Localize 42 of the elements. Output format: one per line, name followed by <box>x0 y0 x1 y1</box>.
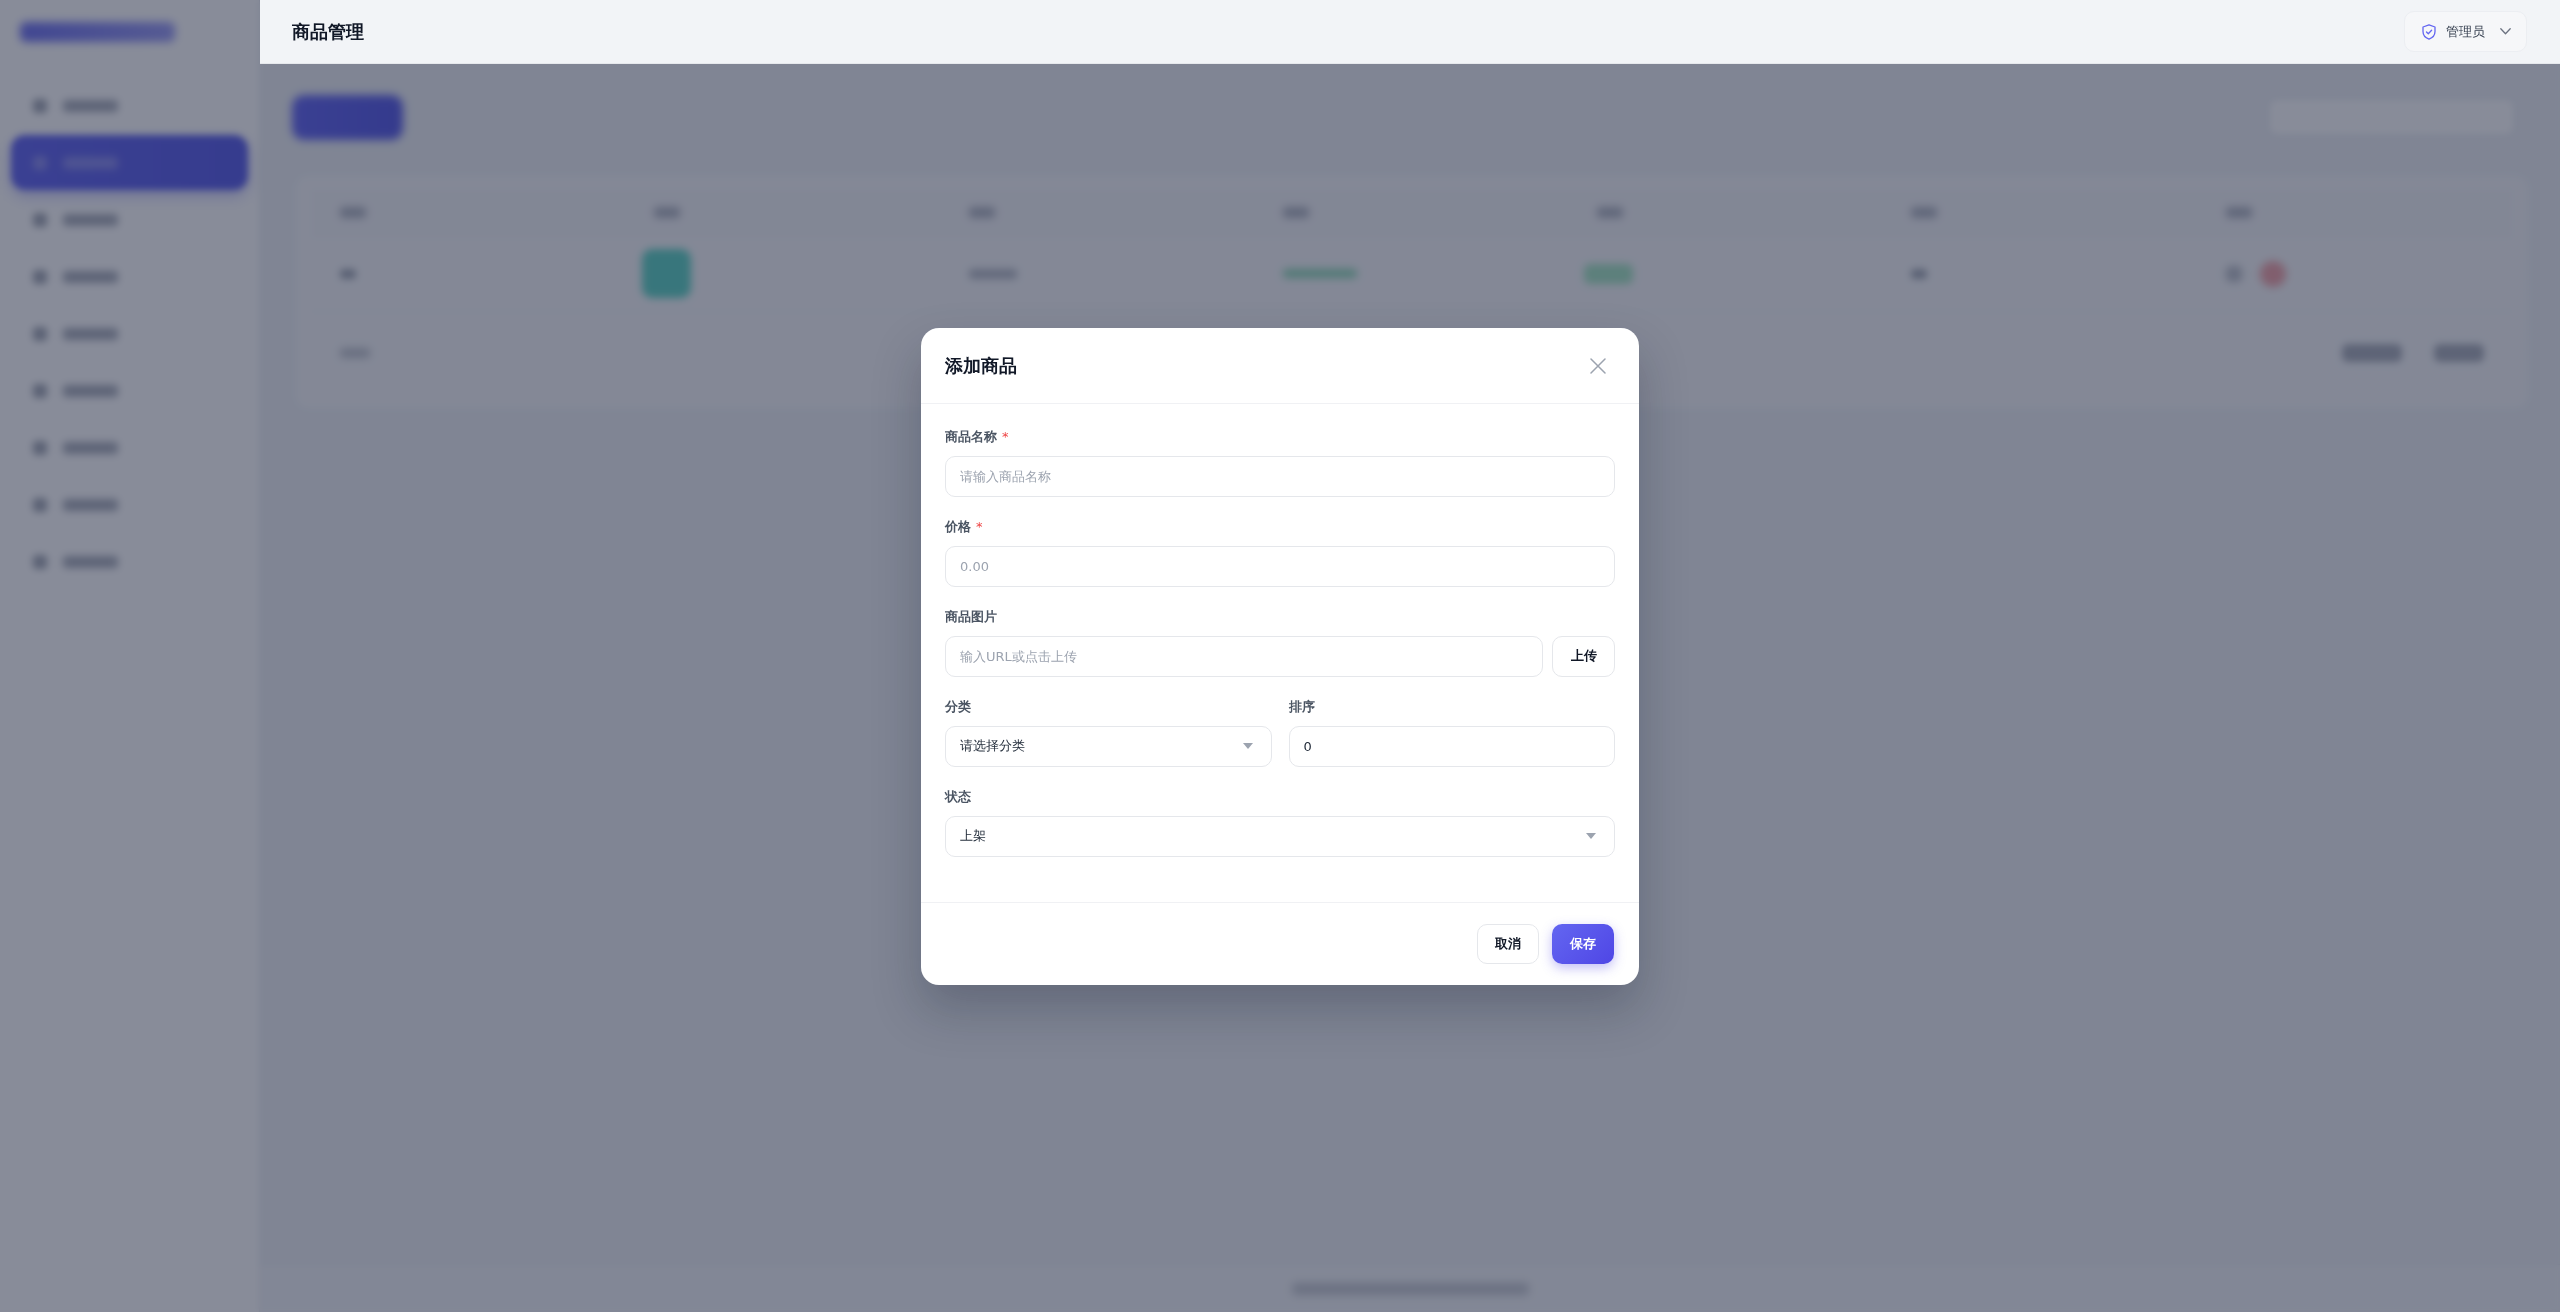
field-label: 商品图片 <box>945 607 997 626</box>
select-field[interactable]: 上架 <box>945 815 1615 857</box>
field-label: 价格 * <box>945 517 983 536</box>
field-label: 状态 <box>945 787 971 806</box>
chevron-down-icon <box>2500 28 2511 35</box>
shield-check-icon <box>2422 23 2436 40</box>
blurred-cell-text <box>968 268 1017 279</box>
field-label: 排序 <box>1288 697 1315 716</box>
upload-button[interactable]: 上传 <box>1552 635 1615 677</box>
blurred-cell-text <box>1911 268 1928 279</box>
field-label: 分类 <box>945 697 971 716</box>
input-field[interactable]: 0.00 <box>945 545 1615 587</box>
input-field[interactable]: 0 <box>1288 725 1615 767</box>
blurred-column-heading <box>654 207 681 218</box>
caret-down-icon <box>1242 743 1253 749</box>
user-menu-button[interactable]: 管理员 <box>2404 11 2527 52</box>
url-input-field[interactable]: 输入URL或点击上传 <box>945 635 1543 677</box>
field-label: 商品名称 * <box>945 427 1009 446</box>
blurred-cell-text <box>340 268 356 279</box>
blurred-column-heading <box>1911 207 1938 218</box>
blurred-column-heading <box>2225 207 2252 218</box>
blurred-add-button[interactable] <box>292 95 403 140</box>
blurred-status-tag <box>1584 263 1634 284</box>
blurred-column-heading <box>1282 207 1309 218</box>
blurred-pagination-button[interactable] <box>2342 344 2402 362</box>
select-field[interactable]: 请选择分类 <box>945 725 1272 767</box>
blurred-menu-item[interactable] <box>11 135 248 190</box>
caret-down-icon <box>1586 833 1596 839</box>
cancel-button[interactable]: 取消 <box>1477 923 1539 964</box>
blurred-thumbnail <box>642 249 692 298</box>
close-icon <box>1590 357 1606 374</box>
blurred-action-icon[interactable] <box>2259 260 2286 287</box>
blurred-column-heading <box>1597 207 1624 218</box>
save-button[interactable]: 保存 <box>1552 923 1614 964</box>
blurred-pagination-button[interactable] <box>2434 344 2484 362</box>
blurred-column-heading <box>968 207 995 218</box>
blurred-column-heading <box>340 207 366 218</box>
blurred-action-icon[interactable] <box>2225 265 2242 282</box>
close-button[interactable] <box>1590 357 1606 374</box>
input-field[interactable]: 请输入商品名称 <box>945 455 1615 497</box>
page-title: 商品管理 <box>292 19 364 44</box>
dialog-title: 添加商品 <box>945 353 1017 378</box>
